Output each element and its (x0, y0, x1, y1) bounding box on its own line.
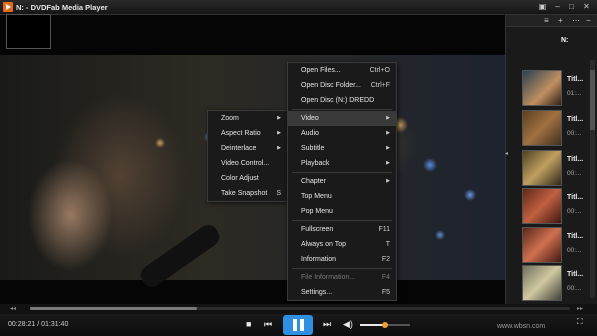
menu-separator (292, 220, 392, 221)
playlist-thumbnail (522, 188, 562, 224)
rewind-icon[interactable]: ◂◂ (10, 305, 16, 312)
menu-item-zoom[interactable]: Zoom ▶ (208, 111, 287, 126)
watermark-text: www.wbsn.com (497, 323, 546, 330)
maximize-button[interactable]: □ (566, 2, 577, 12)
microphone-shape (136, 221, 224, 291)
menu-item-information[interactable]: Information F2 (288, 252, 396, 267)
menu-item-take-snapshot[interactable]: Take Snapshot S (208, 186, 287, 201)
menu-item-playback[interactable]: Playback ▶ (288, 156, 396, 171)
chevron-right-icon: ▶ (277, 130, 281, 136)
menu-item-aspect-ratio[interactable]: Aspect Ratio ▶ (208, 126, 287, 141)
playlist-thumbnail (522, 110, 562, 146)
volume-icon[interactable]: ◀) (343, 319, 353, 330)
seek-bar-area: ◂◂ ▸▸ (0, 304, 597, 314)
menu-separator (292, 172, 392, 173)
menu-item-audio[interactable]: Audio ▶ (288, 126, 396, 141)
seek-progress (30, 307, 198, 310)
chevron-right-icon: ▶ (277, 115, 281, 121)
pin-icon[interactable]: ▣ (537, 2, 548, 12)
playlist-toolbar: ≡ + ⋯ − (506, 15, 597, 27)
playlist-item[interactable]: Titl... 00:... (519, 265, 597, 303)
scrollbar-handle[interactable] (590, 70, 595, 130)
playlist-scrollbar[interactable] (590, 60, 595, 298)
window-title: N: - DVDFab Media Player (16, 3, 108, 12)
menu-item-pop-menu[interactable]: Pop Menu (288, 204, 396, 219)
menu-item-video[interactable]: Video ▶ (288, 111, 396, 126)
title-bar: N: - DVDFab Media Player ▣ – □ ✕ (0, 0, 597, 15)
fullscreen-icon[interactable]: ⛶ (577, 317, 583, 327)
chevron-right-icon: ▶ (277, 145, 281, 151)
current-disc-label: N: (561, 37, 569, 44)
playlist-item[interactable]: Titl... 00:... (519, 188, 597, 226)
menu-item-deinterlace[interactable]: Deinterlace ▶ (208, 141, 287, 156)
previous-icon[interactable]: ⏮ (264, 319, 272, 330)
menu-item-top-menu[interactable]: Top Menu (288, 189, 396, 204)
playlist-thumbnail (522, 227, 562, 263)
playlist-thumbnail (522, 70, 562, 106)
video-submenu: Zoom ▶ Aspect Ratio ▶ Deinterlace ▶ Video C… (207, 110, 288, 202)
menu-item-file-information: File Information... F4 (301, 274, 390, 281)
collapse-panel-icon[interactable]: ◂ (505, 150, 510, 166)
menu-separator (292, 109, 392, 110)
playlist-item[interactable]: Titl... 00:... (519, 227, 597, 265)
seek-bar[interactable] (30, 307, 570, 310)
app-logo-icon (3, 2, 13, 12)
context-menu: Open Files... Ctrl+O Open Disc Folder... C… (287, 62, 397, 301)
menu-item-fullscreen[interactable]: Fullscreen F11 (288, 222, 396, 237)
playlist-item[interactable]: Titl... 00:... (519, 150, 597, 188)
time-display: 00:28:21 / 01:31:40 (8, 321, 69, 328)
menu-item-settings[interactable]: Settings... F5 (288, 285, 396, 300)
pause-button[interactable] (283, 315, 313, 335)
current-disc-thumbnail[interactable] (6, 14, 51, 49)
volume-slider[interactable] (360, 322, 410, 328)
playlist-thumbnail (522, 150, 562, 186)
menu-item-subtitle[interactable]: Subtitle ▶ (288, 141, 396, 156)
stop-icon[interactable]: ■ (246, 319, 251, 329)
menu-item-always-on-top[interactable]: Always on Top T (288, 237, 396, 252)
playlist-item[interactable]: Titl... 00:... (519, 110, 597, 148)
playlist-thumbnail (522, 265, 562, 301)
menu-item-open-disc-folder[interactable]: Open Disc Folder... Ctrl+F (288, 78, 396, 93)
minimize-button[interactable]: – (552, 2, 563, 12)
menu-item-color-adjust[interactable]: Color Adjust (208, 171, 287, 186)
chevron-right-icon: ▶ (386, 160, 390, 166)
menu-separator (292, 268, 392, 269)
remove-icon[interactable]: − (586, 16, 591, 25)
close-button[interactable]: ✕ (581, 2, 592, 12)
menu-item-open-disc[interactable]: Open Disc (N:) DREDD (288, 93, 396, 108)
menu-item-video-control[interactable]: Video Control... (208, 156, 287, 171)
chevron-right-icon: ▶ (386, 115, 390, 121)
next-icon[interactable]: ⏭ (323, 319, 331, 330)
more-icon[interactable]: ⋯ (572, 16, 580, 25)
chevron-right-icon: ▶ (386, 145, 390, 151)
chevron-right-icon: ▶ (386, 130, 390, 136)
list-icon[interactable]: ≡ (544, 16, 549, 25)
playlist-item[interactable]: Titl... 01:... (519, 70, 597, 108)
menu-item-chapter[interactable]: Chapter ▶ (288, 174, 396, 189)
add-icon[interactable]: + (558, 16, 563, 25)
chevron-right-icon: ▶ (386, 178, 390, 184)
menu-item-open-files[interactable]: Open Files... Ctrl+O (288, 63, 396, 78)
volume-knob[interactable] (382, 322, 388, 328)
fast-forward-icon[interactable]: ▸▸ (577, 305, 583, 312)
